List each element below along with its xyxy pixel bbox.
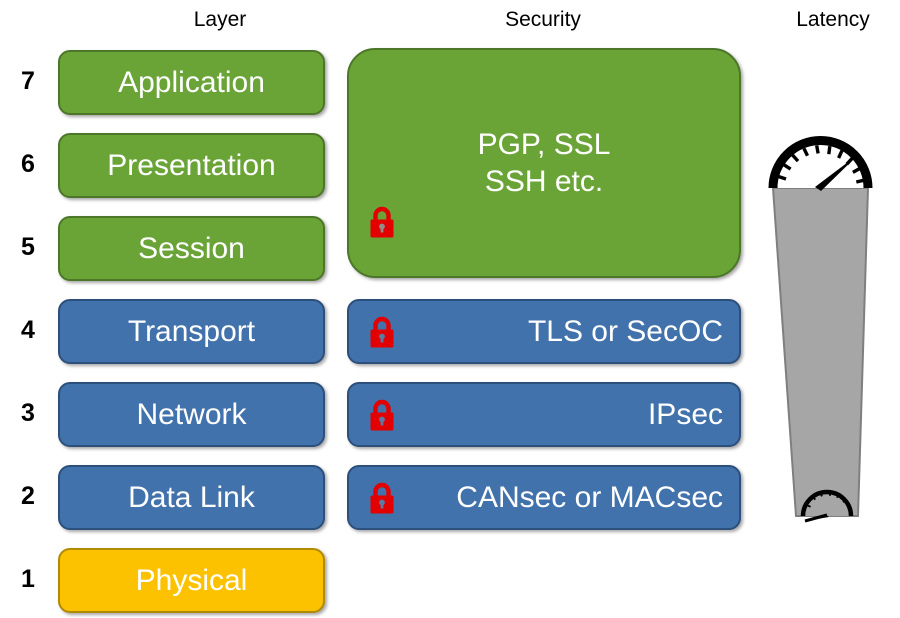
security-label-transport: TLS or SecOC [527, 314, 723, 348]
lock-icon [367, 398, 397, 432]
security-label-data-link: CANsec or MACsec [456, 480, 723, 514]
security-upper-line-2: SSH etc. [484, 165, 604, 198]
security-block-transport[interactable]: TLS or SecOC [347, 299, 741, 364]
layer-box-data-link[interactable]: Data Link [58, 465, 325, 530]
layer-label-session: Session [138, 231, 245, 265]
column-header-latency: Latency [796, 8, 870, 31]
layer-label-transport: Transport [127, 314, 256, 348]
layer-box-application[interactable]: Application [58, 50, 325, 115]
layer-label-application: Application [118, 65, 265, 99]
layer-number-7: 7 [21, 67, 35, 95]
security-label-network: IPsec [647, 397, 723, 431]
layer-number-2: 2 [21, 482, 35, 510]
security-block-data-link[interactable]: CANsec or MACsec [347, 465, 741, 530]
security-block-upper-layers[interactable]: PGP, SSL SSH etc. [347, 48, 741, 278]
security-block-network[interactable]: IPsec [347, 382, 741, 447]
lock-icon [367, 205, 397, 239]
layer-number-5: 5 [21, 233, 35, 261]
security-label-upper-layers: PGP, SSL SSH etc. [478, 126, 611, 201]
layer-label-physical: Physical [135, 563, 248, 597]
speedometer-high-icon [768, 136, 873, 191]
layer-box-network[interactable]: Network [58, 382, 325, 447]
diagram-canvas: Layer Security Latency 7 Application 6 P… [0, 0, 900, 618]
layer-box-transport[interactable]: Transport [58, 299, 325, 364]
column-header-layer: Layer [193, 8, 247, 31]
layer-box-physical[interactable]: Physical [58, 548, 325, 613]
layer-box-session[interactable]: Session [58, 216, 325, 281]
layer-label-network: Network [136, 397, 247, 431]
layer-number-3: 3 [21, 399, 35, 427]
latency-funnel [755, 125, 900, 530]
layer-number-4: 4 [21, 316, 35, 344]
layer-number-6: 6 [21, 150, 35, 178]
funnel-body [771, 187, 870, 517]
layer-box-presentation[interactable]: Presentation [58, 133, 325, 198]
layer-label-data-link: Data Link [128, 480, 255, 514]
lock-icon [367, 315, 397, 349]
lock-icon [367, 481, 397, 515]
layer-label-presentation: Presentation [107, 148, 276, 182]
security-upper-line-1: PGP, SSL [477, 127, 611, 161]
layer-number-1: 1 [21, 565, 35, 593]
column-header-security: Security [505, 8, 581, 31]
